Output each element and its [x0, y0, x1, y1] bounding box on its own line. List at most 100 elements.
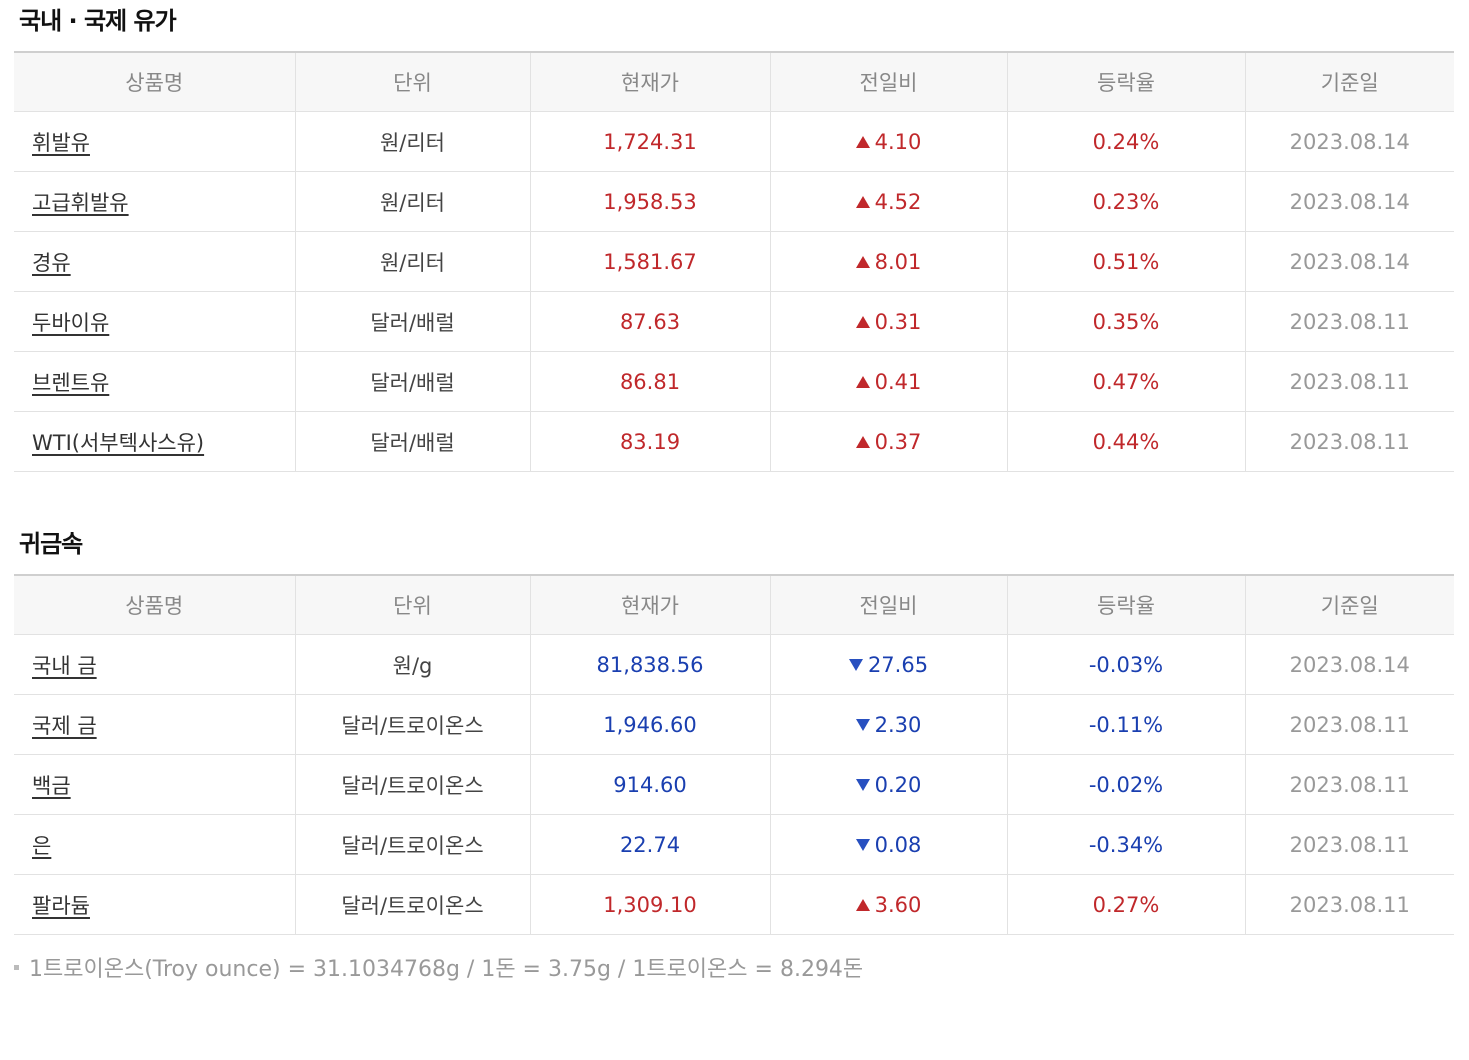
cell-unit: 달러/배럴 — [294, 351, 530, 412]
cell-current-price: 22.74 — [529, 814, 770, 875]
table-row: 두바이유 달러/배럴 87.63 0.31 0.35% 2023.08.11 — [14, 291, 1454, 352]
cell-current-price: 1,946.60 — [529, 694, 770, 755]
cell-change-rate: -0.03% — [1006, 634, 1245, 695]
cell-product-name: 브렌트유 — [14, 351, 295, 412]
change-value: 4.52 — [874, 189, 922, 214]
change-value: 0.31 — [874, 309, 922, 334]
cell-product-name: 경유 — [14, 231, 295, 292]
cell-change: 4.10 — [769, 111, 1007, 172]
cell-product-name: 고급휘발유 — [14, 171, 295, 232]
cell-unit: 원/리터 — [294, 111, 530, 172]
cell-change-rate: 0.51% — [1006, 231, 1245, 292]
metal-table-body: 국내 금 원/g 81,838.56 27.65 -0.03% 2023.08.14 국제 … — [14, 634, 1454, 935]
cell-base-date: 2023.08.11 — [1244, 754, 1454, 815]
metal-price-table: 상품명 단위 현재가 전일비 등락율 기준일 국내 금 원/g 81,838.56 2… — [14, 574, 1454, 935]
cell-base-date: 2023.08.11 — [1244, 351, 1454, 412]
cell-base-date: 2023.08.14 — [1244, 111, 1454, 172]
table-row: 백금 달러/트로이온스 914.60 0.20 -0.02% 2023.08.11 — [14, 754, 1454, 815]
triangle-up-icon — [855, 135, 870, 148]
oil-price-table: 상품명 단위 현재가 전일비 등락율 기준일 휘발유 원/리터 1,724.31 4.… — [14, 51, 1454, 472]
header-change: 전일비 — [769, 574, 1007, 635]
cell-change: 2.30 — [769, 694, 1007, 755]
change-value: 0.41 — [874, 369, 922, 394]
footnote-text: 1트로이온스(Troy ounce) = 31.1034768g / 1돈 = … — [29, 957, 864, 982]
cell-change: 8.01 — [769, 231, 1007, 292]
cell-current-price: 1,958.53 — [529, 171, 770, 232]
cell-product-name: 은 — [14, 814, 295, 875]
product-link[interactable]: 두바이유 — [32, 311, 109, 335]
cell-unit: 달러/배럴 — [294, 291, 530, 352]
cell-current-price: 1,309.10 — [529, 874, 770, 935]
change-value: 27.65 — [867, 652, 929, 677]
triangle-up-icon — [855, 195, 870, 208]
product-link[interactable]: 백금 — [32, 774, 71, 798]
cell-base-date: 2023.08.11 — [1244, 291, 1454, 352]
table-row: WTI(서부텍사스유) 달러/배럴 83.19 0.37 0.44% 2023.08.11 — [14, 411, 1454, 472]
product-link[interactable]: 휘발유 — [32, 131, 90, 155]
oil-section-title: 국내 · 국제 유가 — [19, 7, 177, 35]
change-value: 4.10 — [874, 129, 922, 154]
cell-change-rate: -0.34% — [1006, 814, 1245, 875]
change-value: 0.37 — [874, 429, 922, 454]
cell-base-date: 2023.08.11 — [1244, 694, 1454, 755]
product-link[interactable]: 고급휘발유 — [32, 191, 129, 215]
cell-current-price: 81,838.56 — [529, 634, 770, 695]
product-link[interactable]: 브렌트유 — [32, 371, 109, 395]
header-product-name: 상품명 — [14, 51, 295, 112]
table-row: 국제 금 달러/트로이온스 1,946.60 2.30 -0.11% 2023.08.11 — [14, 694, 1454, 755]
header-unit: 단위 — [294, 51, 530, 112]
cell-unit: 달러/트로이온스 — [294, 754, 530, 815]
header-current-price: 현재가 — [529, 574, 770, 635]
triangle-up-icon — [855, 898, 870, 911]
cell-current-price: 1,581.67 — [529, 231, 770, 292]
table-row: 팔라듐 달러/트로이온스 1,309.10 3.60 0.27% 2023.08.11 — [14, 874, 1454, 935]
cell-current-price: 87.63 — [529, 291, 770, 352]
header-product-name: 상품명 — [14, 574, 295, 635]
change-value: 8.01 — [874, 249, 922, 274]
troy-ounce-footnote: 1트로이온스(Troy ounce) = 31.1034768g / 1돈 = … — [14, 955, 863, 985]
header-base-date: 기준일 — [1244, 574, 1454, 635]
product-link[interactable]: 경유 — [32, 251, 71, 275]
cell-change: 0.41 — [769, 351, 1007, 412]
cell-change-rate: 0.47% — [1006, 351, 1245, 412]
change-value: 3.60 — [874, 892, 922, 917]
cell-change-rate: 0.24% — [1006, 111, 1245, 172]
cell-product-name: 백금 — [14, 754, 295, 815]
cell-product-name: 팔라듐 — [14, 874, 295, 935]
change-value: 2.30 — [874, 712, 922, 737]
cell-unit: 달러/트로이온스 — [294, 874, 530, 935]
product-link[interactable]: 은 — [32, 834, 51, 858]
header-unit: 단위 — [294, 574, 530, 635]
cell-base-date: 2023.08.11 — [1244, 814, 1454, 875]
triangle-up-icon — [855, 375, 870, 388]
triangle-up-icon — [855, 315, 870, 328]
cell-change: 0.31 — [769, 291, 1007, 352]
triangle-up-icon — [855, 255, 870, 268]
table-row: 국내 금 원/g 81,838.56 27.65 -0.03% 2023.08.14 — [14, 634, 1454, 695]
cell-change-rate: 0.44% — [1006, 411, 1245, 472]
header-base-date: 기준일 — [1244, 51, 1454, 112]
cell-product-name: WTI(서부텍사스유) — [14, 411, 295, 472]
product-link[interactable]: WTI(서부텍사스유) — [32, 431, 204, 455]
cell-current-price: 914.60 — [529, 754, 770, 815]
change-value: 0.08 — [874, 832, 922, 857]
product-link[interactable]: 팔라듐 — [32, 894, 90, 918]
table-header-row: 상품명 단위 현재가 전일비 등락율 기준일 — [14, 51, 1454, 112]
cell-change-rate: 0.27% — [1006, 874, 1245, 935]
cell-change: 4.52 — [769, 171, 1007, 232]
change-value: 0.20 — [874, 772, 922, 797]
cell-base-date: 2023.08.14 — [1244, 634, 1454, 695]
cell-change: 0.37 — [769, 411, 1007, 472]
bullet-icon — [14, 964, 19, 970]
cell-change-rate: -0.02% — [1006, 754, 1245, 815]
cell-base-date: 2023.08.14 — [1244, 231, 1454, 292]
table-row: 은 달러/트로이온스 22.74 0.08 -0.34% 2023.08.11 — [14, 814, 1454, 875]
product-link[interactable]: 국제 금 — [32, 714, 97, 738]
table-row: 고급휘발유 원/리터 1,958.53 4.52 0.23% 2023.08.14 — [14, 171, 1454, 232]
cell-product-name: 국제 금 — [14, 694, 295, 755]
table-row: 휘발유 원/리터 1,724.31 4.10 0.24% 2023.08.14 — [14, 111, 1454, 172]
product-link[interactable]: 국내 금 — [32, 654, 97, 678]
cell-change-rate: -0.11% — [1006, 694, 1245, 755]
table-header-row: 상품명 단위 현재가 전일비 등락율 기준일 — [14, 574, 1454, 635]
triangle-down-icon — [848, 658, 863, 671]
